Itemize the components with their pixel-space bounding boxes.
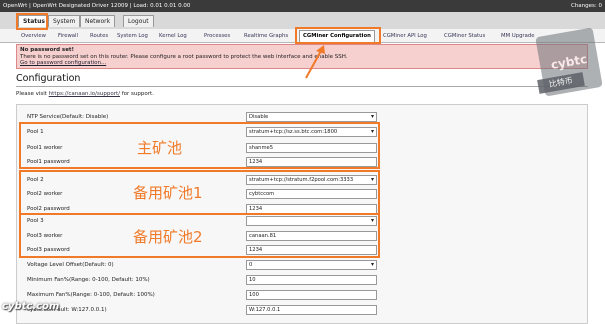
tab-network[interactable]: Network xyxy=(80,15,116,27)
cybtc-watermark-bottom: cybtc.com xyxy=(2,301,60,312)
title-divider xyxy=(16,86,588,87)
changes-counter[interactable]: Changes: 0 xyxy=(571,0,602,12)
support-prefix: Please visit xyxy=(16,91,47,97)
subtab-cgminer-configuration[interactable]: CGMiner Configuration xyxy=(299,30,375,42)
pool3-worker-input[interactable]: canaan.81 xyxy=(246,231,377,241)
min-fan-row: Minimum Fan%(Range: 0-100, Default: 10%)… xyxy=(17,274,587,287)
pool2-row: Pool 2 stratum+tcp://stratum.f2pool.com:… xyxy=(17,174,587,187)
pool1-password-input[interactable]: 1234 xyxy=(246,157,377,167)
subtab-realtime-graphs[interactable]: Realtime Graphs xyxy=(244,31,288,42)
annotation-backup-pool-1: 备用矿池1 xyxy=(133,184,203,202)
pool1-label: Pool 1 xyxy=(27,129,44,135)
router-title: OpenWrt | OpenWrt Designated Driver 1200… xyxy=(3,3,191,9)
api-allow-input[interactable]: W:127.0.0.1 xyxy=(246,305,377,315)
support-line: Please visit https://canaan.io/support/ … xyxy=(16,91,154,97)
pool1-row: Pool 1 stratum+tcp://sz.ss.btc.com:1800 xyxy=(17,126,587,139)
pool3-password-input[interactable]: 1234 xyxy=(246,245,377,255)
annotation-main-pool: 主矿池 xyxy=(137,139,183,157)
ntp-label: NTP Service(Default: Disable) xyxy=(27,114,109,120)
main-tabs: Status System Network Logout xyxy=(0,12,605,30)
ntp-row: NTP Service(Default: Disable) Disable xyxy=(17,111,587,124)
pool1-url-select[interactable]: stratum+tcp://sz.ss.btc.com:1800 xyxy=(246,127,377,137)
subtab-cgminer-status[interactable]: CGMiner Status xyxy=(444,31,485,42)
pool1-worker-label: Pool1 worker xyxy=(27,145,63,151)
page-title: Configuration xyxy=(16,73,81,84)
pool3-worker-label: Pool3 worker xyxy=(27,233,63,239)
pool3-password-row: Pool3 password 1234 xyxy=(17,244,587,257)
pool1-password-row: Pool1 password 1234 xyxy=(17,156,587,169)
cgminer-config-form: NTP Service(Default: Disable) Disable Po… xyxy=(16,104,588,324)
subtab-processes[interactable]: Processes xyxy=(204,31,230,42)
support-suffix: for support. xyxy=(121,91,154,97)
voltage-row: Voltage Level Offset(Default: 0) 0 xyxy=(17,259,587,272)
sub-tabs: Overview Firewall Routes System Log Kern… xyxy=(0,29,605,43)
tab-logout[interactable]: Logout xyxy=(123,15,154,27)
pool1-worker-row: Pool1 worker shanme5 xyxy=(17,142,587,155)
top-bar: OpenWrt | OpenWrt Designated Driver 1200… xyxy=(0,0,605,12)
pool2-label: Pool 2 xyxy=(27,177,44,183)
subtab-system-log[interactable]: System Log xyxy=(117,31,148,42)
pool3-label: Pool 3 xyxy=(27,218,44,224)
max-fan-input[interactable]: 100 xyxy=(246,290,377,300)
subtab-kernel-log[interactable]: Kernel Log xyxy=(159,31,187,42)
subtab-mm-upgrade[interactable]: MM Upgrade xyxy=(501,31,534,42)
password-config-link[interactable]: Go to password configuration... xyxy=(20,60,106,66)
voltage-label: Voltage Level Offset(Default: 0) xyxy=(27,262,114,268)
ntp-select[interactable]: Disable xyxy=(246,112,377,122)
api-allow-row: cybtc.com ault: W:127.0.0.1) W:127.0.0.1 xyxy=(17,304,587,317)
tab-system[interactable]: System xyxy=(48,15,81,27)
subtab-cgminer-api-log[interactable]: CGMiner API Log xyxy=(383,31,427,42)
pool1-worker-input[interactable]: shanme5 xyxy=(246,143,377,153)
subtab-overview[interactable]: Overview xyxy=(21,31,46,42)
subtab-routes[interactable]: Routes xyxy=(90,31,108,42)
pool2-url-select[interactable]: stratum+tcp://stratum.f2pool.com:3333 xyxy=(246,175,377,185)
pool3-row: Pool 3 xyxy=(17,215,587,228)
voltage-select[interactable]: 0 xyxy=(246,260,377,270)
subtab-firewall[interactable]: Firewall xyxy=(58,31,78,42)
max-fan-label: Maximum Fan%(Range: 0-100, Default: 100%… xyxy=(27,292,155,298)
min-fan-label: Minimum Fan%(Range: 0-100, Default: 10%) xyxy=(27,277,150,283)
pool3-url-select[interactable] xyxy=(246,216,377,226)
tab-status[interactable]: Status xyxy=(18,15,50,27)
max-fan-row: Maximum Fan%(Range: 0-100, Default: 100%… xyxy=(17,289,587,302)
pool2-password-label: Pool2 password xyxy=(27,206,70,212)
pool3-password-label: Pool3 password xyxy=(27,247,70,253)
annotation-backup-pool-2: 备用矿池2 xyxy=(133,228,203,246)
pool2-worker-row: Pool2 worker cybtccom xyxy=(17,188,587,201)
support-link[interactable]: https://canaan.io/support/ xyxy=(49,91,120,97)
pool1-password-label: Pool1 password xyxy=(27,159,70,165)
pool2-worker-input[interactable]: cybtccom xyxy=(246,189,377,199)
min-fan-input[interactable]: 10 xyxy=(246,275,377,285)
pool2-password-input[interactable]: 1234 xyxy=(246,204,377,214)
pool2-worker-label: Pool2 worker xyxy=(27,191,63,197)
pool3-worker-row: Pool3 worker canaan.81 xyxy=(17,230,587,243)
annotation-arrow xyxy=(305,45,325,79)
